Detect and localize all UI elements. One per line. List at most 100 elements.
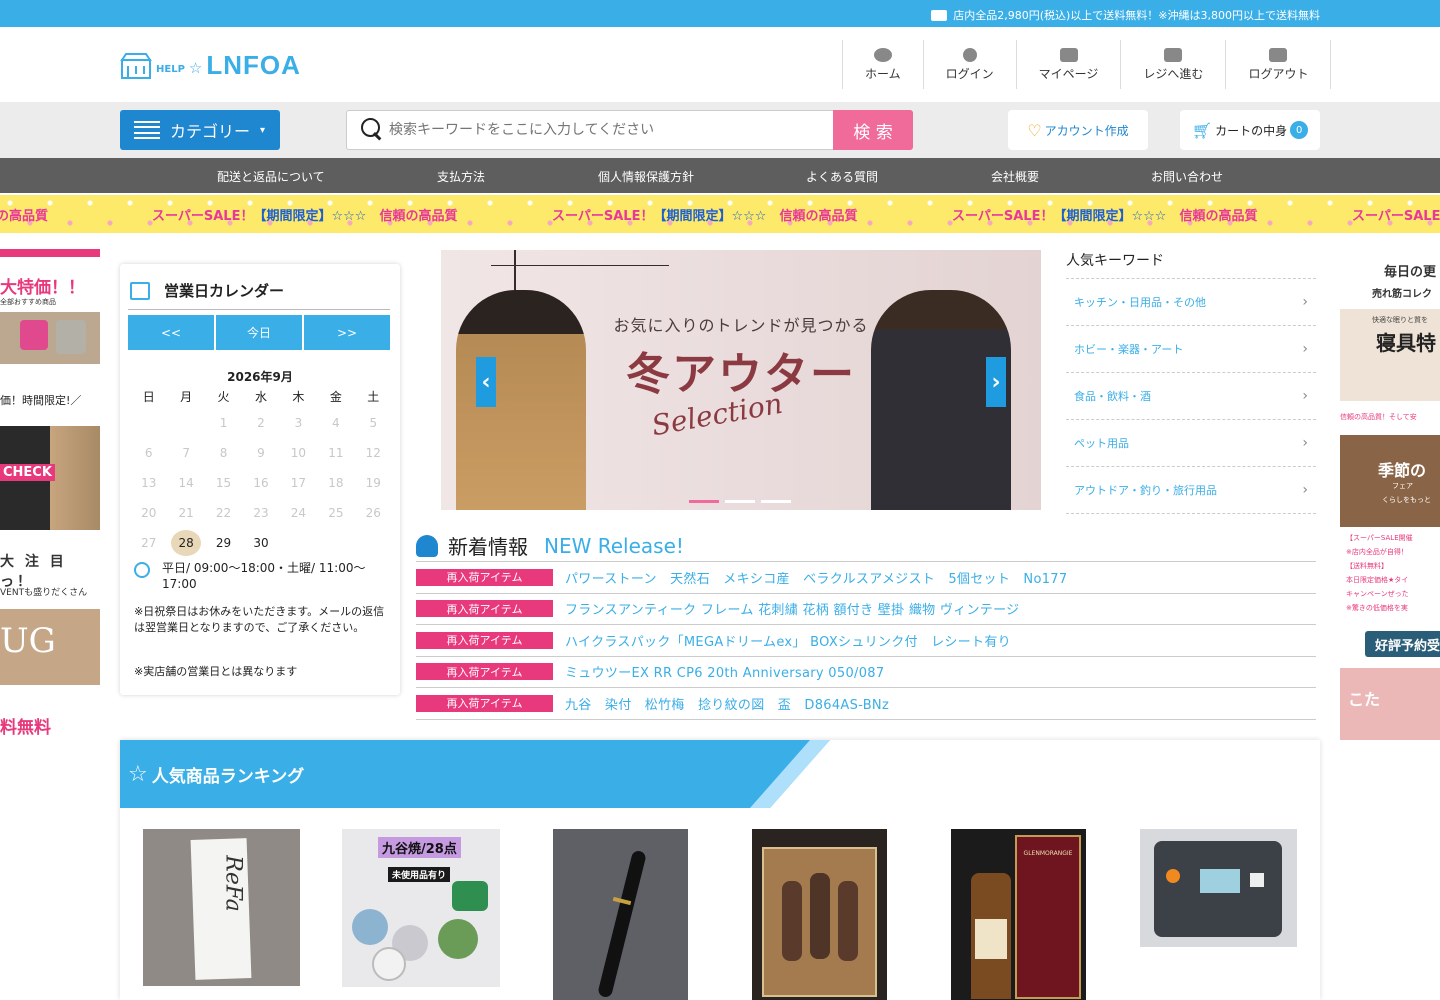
keyword-item[interactable]: アウトドア・釣り・旅行用品 ›	[1066, 467, 1316, 514]
business-hours-text: 平日/ 09:00～18:00・土曜/ 11:00～17:00	[162, 561, 366, 591]
chevron-right-icon: ›	[1302, 482, 1308, 498]
nav-checkout[interactable]: レジへ進む	[1121, 40, 1227, 89]
business-calendar: 営業日カレンダー << 今日 >> 2026年9月 日月火水木金土1234567…	[120, 264, 400, 695]
strip-text: スーパーSALE！	[1352, 209, 1440, 224]
product-image[interactable]	[752, 829, 887, 1000]
news-link[interactable]: ハイクラスパック「MEGAドリームex」 BOXシュリンク付 レシート有り	[565, 631, 1011, 650]
news-item[interactable]: 再入荷アイテム パワーストーン 天然石 メキシコ産 ベラクルスアメジスト 5個セッ…	[416, 562, 1316, 594]
news-link[interactable]: 九谷 染付 松竹梅 捻り紋の図 盃 D864AS-BNz	[565, 694, 889, 713]
calendar-day: 18	[328, 476, 344, 490]
keyword-item[interactable]: ペット用品 ›	[1066, 420, 1316, 467]
calendar-note: ※実店舗の営業日とは異なります	[134, 665, 298, 678]
keywords-title: 人気キーワード	[1066, 250, 1316, 279]
keyword-label: 食品・飲料・酒	[1074, 390, 1151, 403]
keyword-item[interactable]: 食品・飲料・酒 ›	[1066, 373, 1316, 420]
news-item[interactable]: 再入荷アイテム 九谷 染付 松竹梅 捻り紋の図 盃 D864AS-BNz	[416, 688, 1316, 720]
right-ad-text: 【送料無料】	[1346, 562, 1388, 570]
keyword-item[interactable]: キッチン・日用品・その他 ›	[1066, 279, 1316, 326]
calendar-day: 29	[215, 536, 232, 550]
news-item[interactable]: 再入荷アイテム ハイクラスパック「MEGAドリームex」 BOXシュリンク付 レシ…	[416, 625, 1316, 657]
right-ad-text: 【スーパーSALE開催	[1346, 534, 1413, 542]
news-tag: 再入荷アイテム	[416, 663, 553, 681]
ranking-section: ☆ 人気商品ランキング ReFa 九谷焼/28点 未使用品有り GLENMORA…	[120, 740, 1320, 1000]
header-nav: ホーム ログイン マイページ レジへ進む ログアウト	[842, 40, 1332, 89]
hero-next-button[interactable]: ›	[986, 357, 1006, 407]
calendar-day: 9	[257, 446, 265, 460]
strip-text: 【期間限定】☆☆☆	[253, 209, 367, 224]
search-button[interactable]: 検 索	[833, 110, 913, 150]
sale-banner-strip[interactable]: 信頼の高品質 スーパーSALE！【期間限定】☆☆☆ 信頼の高品質 スーパーSAL…	[0, 193, 1440, 235]
strip-text: 信頼の高品質	[779, 209, 858, 224]
calendar-nav: << 今日 >>	[128, 315, 390, 350]
right-ad-text: ※店内全品が自得！	[1346, 548, 1408, 556]
business-hours: 平日/ 09:00～18:00・土曜/ 11:00～17:00	[134, 560, 384, 592]
hero-prev-button[interactable]: ‹	[476, 357, 496, 407]
nav-mypage[interactable]: マイページ	[1017, 40, 1122, 89]
calendar-today-button[interactable]: 今日	[216, 315, 302, 350]
left-ad-text: 全部おすすめ商品	[0, 298, 56, 306]
chevron-right-icon: ›	[1302, 341, 1308, 357]
strip-text: 信頼の高品質	[379, 209, 458, 224]
nav-logout[interactable]: ログアウト	[1226, 40, 1332, 89]
strip-text: 信頼の高品質	[1179, 209, 1258, 224]
right-ad-text: 好評予約受	[1365, 631, 1440, 657]
news-link[interactable]: パワーストーン 天然石 メキシコ産 ベラクルスアメジスト 5個セット No177	[565, 568, 1067, 587]
left-ad-text: UG	[0, 621, 56, 661]
news-item[interactable]: 再入荷アイテム フランスアンティーク フレーム 花刺繍 花柄 額付き 壁掛 織物 …	[416, 594, 1316, 625]
hero-dot[interactable]	[761, 500, 791, 503]
news-tag: 再入荷アイテム	[416, 631, 553, 649]
nav-login[interactable]: ログイン	[924, 40, 1017, 89]
menu-company[interactable]: 会社概要	[991, 168, 1039, 185]
ranking-title: ☆ 人気商品ランキング	[128, 762, 304, 787]
product-label: 九谷焼/28点	[378, 837, 461, 858]
news-header: 新着情報 NEW Release!	[416, 530, 1316, 562]
calendar-next-button[interactable]: >>	[304, 315, 390, 350]
calendar-empty-cell	[130, 410, 167, 436]
news-item[interactable]: 再入荷アイテム ミュウツーEX RR CP6 20th Anniversary 0…	[416, 657, 1316, 688]
calendar-icon	[130, 281, 150, 300]
product-image[interactable]: ReFa	[143, 829, 300, 986]
create-account-button[interactable]: ♡ アカウント作成	[1008, 110, 1148, 150]
calendar-weekday: 火	[217, 390, 230, 404]
hero-dot[interactable]	[725, 500, 755, 503]
hero-carousel[interactable]: お気に入りのトレンドが見つかる 冬アウター Selection ‹ ›	[441, 250, 1041, 510]
hero-pagination	[689, 500, 791, 503]
calendar-day: 22	[215, 506, 232, 520]
cart-count-badge: 0	[1290, 121, 1309, 139]
news-title-jp: 新着情報	[448, 535, 528, 559]
product-image[interactable]: 九谷焼/28点 未使用品有り	[342, 829, 500, 987]
left-ad-text: 大特価！！	[0, 278, 85, 298]
menu-shipping[interactable]: 配送と返品について	[217, 168, 325, 185]
site-logo[interactable]: HELP ☆ LNFOA	[120, 50, 301, 81]
search-input[interactable]	[385, 111, 833, 149]
chevron-right-icon: ›	[1302, 388, 1308, 404]
nav-home[interactable]: ホーム	[843, 40, 924, 89]
left-ad-image: UG	[0, 609, 100, 685]
menu-faq[interactable]: よくある質問	[806, 168, 878, 185]
calendar-day: 3	[294, 416, 303, 430]
menu-privacy[interactable]: 個人情報保護方針	[598, 168, 694, 185]
keyword-item[interactable]: ホビー・楽器・アート ›	[1066, 326, 1316, 373]
hero-lead: お気に入りのトレンドが見つかる	[613, 316, 869, 335]
left-ad-text: VENTも盛りだくさん	[0, 588, 88, 598]
news-link[interactable]: フランスアンティーク フレーム 花刺繍 花柄 額付き 壁掛 織物 ヴィンテージ	[565, 599, 1019, 618]
cart-button[interactable]: 🛒︎ カートの中身 0	[1180, 110, 1320, 150]
product-image[interactable]: GLENMORANGIE	[951, 829, 1086, 1000]
news-link[interactable]: ミュウツーEX RR CP6 20th Anniversary 050/087	[565, 662, 884, 681]
home-icon	[873, 47, 892, 62]
left-ad-column[interactable]: 大特価！！ 全部おすすめ商品 価！時間限定!／ CHECK 大 注 目っ！ VE…	[0, 249, 100, 740]
calendar-day: 7	[182, 446, 190, 460]
keyword-label: ペット用品	[1074, 437, 1129, 450]
cart-icon: 🛒︎	[1191, 120, 1213, 140]
calendar-day: 6	[144, 446, 153, 460]
product-image[interactable]	[1140, 829, 1297, 947]
product-image[interactable]	[553, 829, 688, 1000]
category-button[interactable]: カテゴリー ▾	[120, 110, 280, 150]
menu-contact[interactable]: お問い合わせ	[1151, 168, 1223, 185]
nav-checkout-label: レジへ進む	[1143, 66, 1204, 81]
right-ad-column[interactable]: 毎日の更 売れ筋コレク 快適な眠りと質を 寝具特 信頼の高品質！そして安 季節の…	[1340, 255, 1440, 740]
category-label: カテゴリー	[170, 122, 251, 141]
hero-dot[interactable]	[689, 500, 719, 503]
menu-payment[interactable]: 支払方法	[437, 168, 485, 185]
calendar-prev-button[interactable]: <<	[128, 315, 214, 350]
